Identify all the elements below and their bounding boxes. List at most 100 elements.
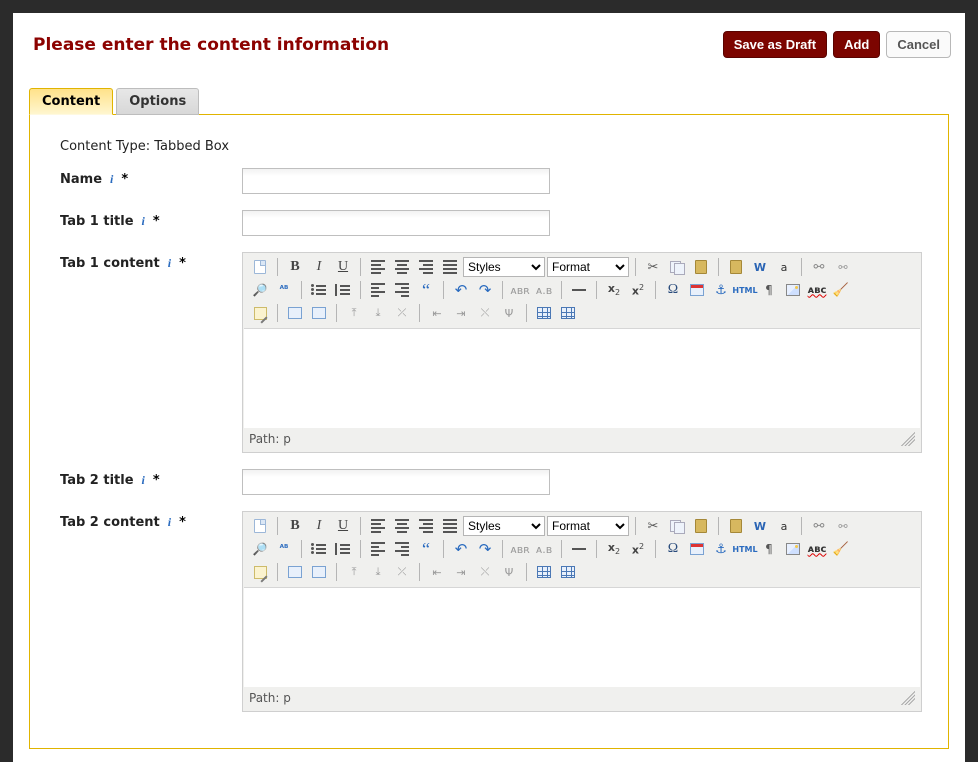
col-before-icon[interactable]: ⇤ (426, 562, 448, 582)
info-icon[interactable]: i (110, 172, 113, 187)
styles-select[interactable]: Styles (463, 516, 545, 536)
editcss-icon[interactable] (249, 303, 271, 323)
insert-image-icon[interactable] (782, 280, 804, 300)
underline-icon[interactable]: U (332, 257, 354, 277)
paste-icon[interactable] (690, 257, 712, 277)
paste-word-icon[interactable]: W (749, 516, 771, 536)
link-icon[interactable]: ⚯ (808, 516, 830, 536)
replace-icon[interactable]: ᴬᴮ (273, 539, 295, 559)
save-as-draft-button[interactable]: Save as Draft (723, 31, 827, 58)
unlink-icon[interactable]: ⚯ (832, 257, 854, 277)
align-left-icon[interactable] (367, 257, 389, 277)
specialchar-icon[interactable]: Ω (662, 539, 684, 559)
find-icon[interactable]: 🔎 (249, 280, 271, 300)
spellcheck-icon[interactable]: ᴀʙᴄ (806, 539, 828, 559)
styles-select[interactable]: Styles (463, 257, 545, 277)
acronym-icon[interactable]: ᴀ.ʙ (533, 539, 555, 559)
underline-icon[interactable]: U (332, 516, 354, 536)
italic-icon[interactable]: I (308, 516, 330, 536)
cell-merge-icon[interactable] (308, 562, 330, 582)
col-after-icon[interactable]: ⇥ (450, 303, 472, 323)
acronym-icon[interactable]: ᴀ.ʙ (533, 280, 555, 300)
col-delete-icon[interactable]: ⤬ (474, 303, 496, 323)
name-input[interactable] (242, 168, 550, 194)
row-after-icon[interactable]: ⤓ (367, 303, 389, 323)
unlink-icon[interactable]: ⚯ (832, 516, 854, 536)
align-full-icon[interactable] (439, 516, 461, 536)
split-icon[interactable]: Ψ (498, 303, 520, 323)
col-delete-icon[interactable]: ⤬ (474, 562, 496, 582)
cleanup-icon[interactable]: 🧹 (830, 280, 852, 300)
format-select[interactable]: Format (547, 257, 629, 277)
tab-options[interactable]: Options (116, 88, 199, 115)
row-delete-icon[interactable]: ⤫ (391, 562, 413, 582)
hr-icon[interactable] (568, 280, 590, 300)
find-icon[interactable]: 🔎 (249, 539, 271, 559)
subscript-icon[interactable]: x2 (603, 280, 625, 300)
anchor-icon[interactable]: ⚓ (710, 539, 732, 559)
copy-icon[interactable] (666, 257, 688, 277)
info-icon[interactable]: i (168, 256, 171, 271)
info-icon[interactable]: i (142, 214, 145, 229)
hr-icon[interactable] (568, 539, 590, 559)
editcss-icon[interactable] (249, 562, 271, 582)
cell-merge-icon[interactable] (308, 303, 330, 323)
outdent-icon[interactable] (367, 539, 389, 559)
cleanup-icon[interactable]: 🧹 (830, 539, 852, 559)
blockquote-icon[interactable]: “ (415, 539, 437, 559)
redo-icon[interactable]: ↷ (474, 280, 496, 300)
bold-icon[interactable]: B (284, 516, 306, 536)
insert-table-icon[interactable] (533, 562, 555, 582)
insertdate-icon[interactable] (686, 280, 708, 300)
subscript-icon[interactable]: x2 (603, 539, 625, 559)
abbr-icon[interactable]: ᴀʙʀ (509, 539, 531, 559)
undo-icon[interactable]: ↶ (450, 539, 472, 559)
align-right-icon[interactable] (415, 257, 437, 277)
specialchar-icon[interactable]: Ω (662, 280, 684, 300)
cell-props-icon[interactable] (284, 303, 306, 323)
insertdate-icon[interactable] (686, 539, 708, 559)
newdoc-icon[interactable] (249, 257, 271, 277)
italic-icon[interactable]: I (308, 257, 330, 277)
tab2-title-input[interactable] (242, 469, 550, 495)
abbr-icon[interactable]: ᴀʙʀ (509, 280, 531, 300)
anchor-icon[interactable]: ⚓ (710, 280, 732, 300)
add-button[interactable]: Add (833, 31, 880, 58)
tab-content[interactable]: Content (29, 88, 113, 115)
paste-plain-icon[interactable]: a (773, 516, 795, 536)
row-before-icon[interactable]: ⤒ (343, 562, 365, 582)
unordered-list-icon[interactable] (308, 280, 330, 300)
align-center-icon[interactable] (391, 257, 413, 277)
format-select[interactable]: Format (547, 516, 629, 536)
paste-icon[interactable] (690, 516, 712, 536)
rte-editor-area[interactable] (244, 587, 920, 687)
rte-path-value[interactable]: p (283, 691, 291, 705)
paste-text-icon[interactable] (725, 257, 747, 277)
cancel-button[interactable]: Cancel (886, 31, 951, 58)
cell-props-icon[interactable] (284, 562, 306, 582)
rte-editor-area[interactable] (244, 328, 920, 428)
split-icon[interactable]: Ψ (498, 562, 520, 582)
row-after-icon[interactable]: ⤓ (367, 562, 389, 582)
link-icon[interactable]: ⚯ (808, 257, 830, 277)
tab1-title-input[interactable] (242, 210, 550, 236)
paste-plain-icon[interactable]: a (773, 257, 795, 277)
replace-icon[interactable]: ᴬᴮ (273, 280, 295, 300)
bold-icon[interactable]: B (284, 257, 306, 277)
resize-grip-icon[interactable] (901, 691, 915, 705)
superscript-icon[interactable]: x2 (627, 280, 649, 300)
blockquote-icon[interactable]: “ (415, 280, 437, 300)
col-after-icon[interactable]: ⇥ (450, 562, 472, 582)
align-center-icon[interactable] (391, 516, 413, 536)
resize-grip-icon[interactable] (901, 432, 915, 446)
ordered-list-icon[interactable] (332, 539, 354, 559)
row-before-icon[interactable]: ⤒ (343, 303, 365, 323)
html-icon[interactable]: HTML (734, 539, 756, 559)
outdent-icon[interactable] (367, 280, 389, 300)
undo-icon[interactable]: ↶ (450, 280, 472, 300)
spellcheck-icon[interactable]: ᴀʙᴄ (806, 280, 828, 300)
align-full-icon[interactable] (439, 257, 461, 277)
insert-image-icon[interactable] (782, 539, 804, 559)
redo-icon[interactable]: ↷ (474, 539, 496, 559)
superscript-icon[interactable]: x2 (627, 539, 649, 559)
